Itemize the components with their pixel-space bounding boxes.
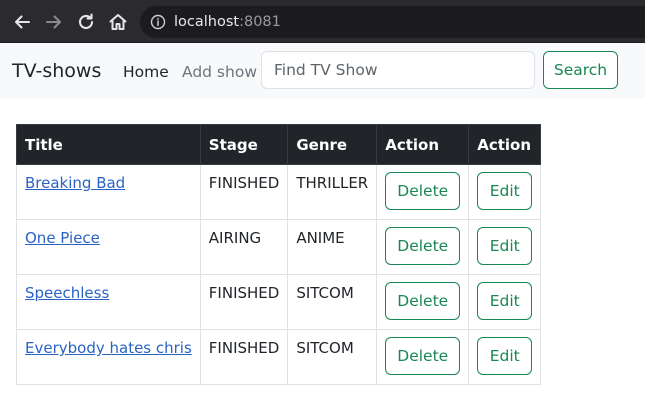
search-button[interactable]: Search <box>543 51 618 89</box>
url-text[interactable]: localhost:8081 <box>174 13 281 31</box>
forward-arrow-icon[interactable] <box>43 11 65 33</box>
cell-stage: FINISHED <box>199 164 289 220</box>
header-genre: Genre <box>287 124 378 165</box>
edit-button[interactable]: Edit <box>477 337 533 375</box>
table-row: One Piece AIRING ANIME Delete Edit <box>16 219 542 275</box>
cell-action-edit: Edit <box>468 219 542 275</box>
edit-button[interactable]: Edit <box>477 282 533 320</box>
cell-title: Breaking Bad <box>16 164 201 220</box>
cell-title: One Piece <box>16 219 201 275</box>
brand-title[interactable]: TV-shows <box>12 59 101 83</box>
header-action: Action <box>376 124 470 165</box>
info-icon[interactable] <box>150 14 166 30</box>
cell-title: Speechless <box>16 274 201 330</box>
edit-button[interactable]: Edit <box>477 227 533 265</box>
cell-action-delete: Delete <box>376 329 470 385</box>
cell-action-delete: Delete <box>376 164 470 220</box>
cell-genre: SITCOM <box>287 274 378 330</box>
cell-action-edit: Edit <box>468 329 542 385</box>
cell-title: Everybody hates chris <box>16 329 201 385</box>
cell-stage: FINISHED <box>199 329 289 385</box>
search-input[interactable] <box>261 51 535 89</box>
show-title-link[interactable]: One Piece <box>25 229 100 247</box>
home-icon[interactable] <box>107 11 129 33</box>
nav-link-home[interactable]: Home <box>123 62 169 82</box>
delete-button[interactable]: Delete <box>385 227 461 265</box>
back-arrow-icon[interactable] <box>11 11 33 33</box>
delete-button[interactable]: Delete <box>385 172 461 210</box>
cell-genre: SITCOM <box>287 329 378 385</box>
cell-action-delete: Delete <box>376 219 470 275</box>
cell-action-edit: Edit <box>468 274 542 330</box>
nav-link-add-show[interactable]: Add show <box>182 62 257 82</box>
header-title: Title <box>16 124 201 165</box>
table-header-row: Title Stage Genre Action Action <box>16 124 542 165</box>
url-host: localhost <box>174 14 240 30</box>
cell-stage: FINISHED <box>199 274 289 330</box>
delete-button[interactable]: Delete <box>385 337 461 375</box>
table-row: Everybody hates chris FINISHED SITCOM De… <box>16 329 542 385</box>
table-row: Speechless FINISHED SITCOM Delete Edit <box>16 274 542 330</box>
cell-action-delete: Delete <box>376 274 470 330</box>
edit-button[interactable]: Edit <box>477 172 533 210</box>
address-bar[interactable]: localhost:8081 <box>140 6 645 38</box>
show-title-link[interactable]: Breaking Bad <box>25 174 125 192</box>
app-navbar: TV-shows Home Add show Search <box>0 43 645 98</box>
cell-genre: THRILLER <box>287 164 378 220</box>
cell-stage: AIRING <box>199 219 289 275</box>
cell-genre: ANIME <box>287 219 378 275</box>
show-title-link[interactable]: Everybody hates chris <box>25 339 192 357</box>
browser-toolbar: localhost:8081 <box>0 0 645 43</box>
header-stage: Stage <box>199 124 289 165</box>
delete-button[interactable]: Delete <box>385 282 461 320</box>
table-row: Breaking Bad FINISHED THRILLER Delete Ed… <box>16 164 542 220</box>
show-title-link[interactable]: Speechless <box>25 284 109 302</box>
url-port: :8081 <box>239 14 281 30</box>
tv-shows-table: Title Stage Genre Action Action Breaking… <box>16 124 542 385</box>
cell-action-edit: Edit <box>468 164 542 220</box>
reload-icon[interactable] <box>75 11 97 33</box>
header-action: Action <box>468 124 542 165</box>
